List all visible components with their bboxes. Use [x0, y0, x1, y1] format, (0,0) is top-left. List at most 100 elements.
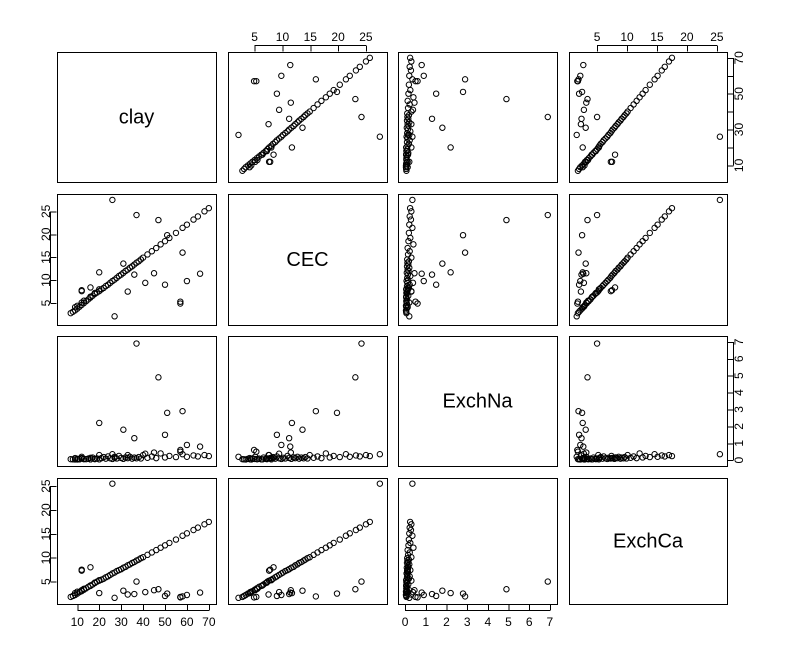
data-point	[654, 72, 661, 79]
axis-tick-label: 5	[39, 578, 53, 585]
data-point	[577, 288, 585, 295]
data-point	[582, 426, 589, 433]
data-point	[333, 590, 341, 597]
panel-frame	[398, 52, 558, 183]
data-point	[288, 144, 296, 151]
axis-tick-label: 3	[732, 406, 746, 413]
data-point	[312, 407, 320, 415]
data-point	[120, 426, 127, 433]
point-group	[235, 480, 384, 602]
data-point	[593, 113, 601, 121]
diagonal-variable-label: CEC	[286, 249, 328, 271]
data-point	[336, 453, 343, 461]
data-point	[627, 104, 634, 112]
axis-tick-label: 2	[732, 423, 746, 430]
data-point	[409, 224, 416, 232]
axis-tick-label: 70	[732, 51, 746, 65]
data-point	[461, 76, 469, 83]
data-point	[654, 221, 661, 228]
data-point	[624, 108, 631, 115]
scatter-panel-exchca-cec	[228, 478, 388, 605]
point-group	[402, 196, 551, 320]
point-group	[235, 54, 384, 174]
data-point	[584, 374, 591, 381]
scatterplot-matrix-figure: clay CEC ExchNa ExchCa 5 10 15 20 25 5 10 15 20 25 10 2…	[0, 0, 785, 659]
scatter-panel-clay-exchna	[398, 52, 558, 183]
data-point	[235, 131, 242, 139]
data-point	[583, 99, 590, 106]
axis-tick-label: 25	[710, 30, 724, 44]
scatter-panel-exchna-exchca	[569, 336, 728, 467]
data-point	[96, 589, 103, 597]
data-point	[150, 270, 158, 277]
data-point	[439, 124, 446, 131]
data-point	[420, 72, 427, 79]
data-point	[575, 249, 582, 256]
data-point	[172, 536, 180, 543]
data-point	[503, 216, 510, 224]
axis-tick-label: 25	[359, 30, 373, 44]
axis-tick-label: 6	[732, 355, 746, 362]
panel-frame	[569, 336, 728, 467]
data-point	[275, 106, 283, 114]
data-point	[404, 251, 412, 258]
axis-tick-label: 20	[680, 30, 694, 44]
data-point	[661, 63, 668, 71]
data-point	[410, 241, 417, 248]
data-point	[579, 419, 586, 427]
data-point	[346, 453, 353, 460]
data-point	[161, 281, 169, 288]
data-point	[593, 211, 601, 219]
data-point	[179, 407, 186, 415]
axis-tick-label: 25	[39, 479, 53, 493]
data-point	[407, 216, 415, 223]
bottom-axis-exchna: 01234567	[402, 604, 554, 629]
data-point	[544, 113, 551, 121]
data-point	[668, 204, 676, 212]
data-point	[428, 115, 436, 122]
data-point	[411, 270, 418, 277]
diagonal-variable-label: clay	[119, 106, 155, 128]
pairs-plot-canvas: clayCECExchNaExchCa5 10 15 20 25 5 10 15 20 2510 2…	[0, 0, 785, 659]
point-group	[402, 54, 551, 174]
point-group	[67, 340, 213, 463]
data-point	[205, 204, 213, 212]
data-point	[646, 229, 653, 237]
axis-tick-label: 20	[331, 30, 345, 44]
data-point	[627, 251, 634, 258]
data-point	[358, 340, 365, 347]
data-point	[411, 99, 418, 106]
data-point	[639, 90, 646, 97]
data-point	[299, 124, 306, 131]
data-point	[87, 284, 94, 291]
data-point	[503, 95, 510, 103]
diagonal-panel-exchca-exchca: ExchCa	[569, 478, 728, 605]
data-point	[580, 106, 588, 114]
data-point	[299, 587, 306, 594]
data-point	[665, 58, 673, 65]
data-point	[428, 271, 436, 278]
diagonal-panel-cec-cec: CEC	[228, 194, 388, 326]
data-point	[196, 589, 204, 596]
data-point	[447, 269, 454, 276]
data-point	[636, 241, 643, 248]
data-point	[406, 63, 413, 71]
data-point	[142, 588, 149, 596]
data-point	[646, 81, 653, 88]
axis-tick-label: 10	[620, 30, 634, 44]
axis-tick-label: 4	[732, 389, 746, 396]
point-group	[402, 480, 551, 602]
axis-tick-label: 10	[71, 615, 85, 629]
data-point	[120, 260, 127, 267]
axis-tick-label: 20	[39, 503, 53, 517]
data-point	[593, 340, 601, 347]
axis-tick-label: 30	[114, 615, 128, 629]
data-point	[124, 288, 131, 295]
axis-tick-label: 5	[39, 299, 53, 306]
data-point	[172, 453, 180, 461]
data-point	[278, 72, 285, 79]
axis-tick-label: 2	[443, 615, 450, 629]
data-point	[642, 86, 649, 94]
data-point	[352, 586, 359, 593]
data-point	[408, 58, 415, 65]
